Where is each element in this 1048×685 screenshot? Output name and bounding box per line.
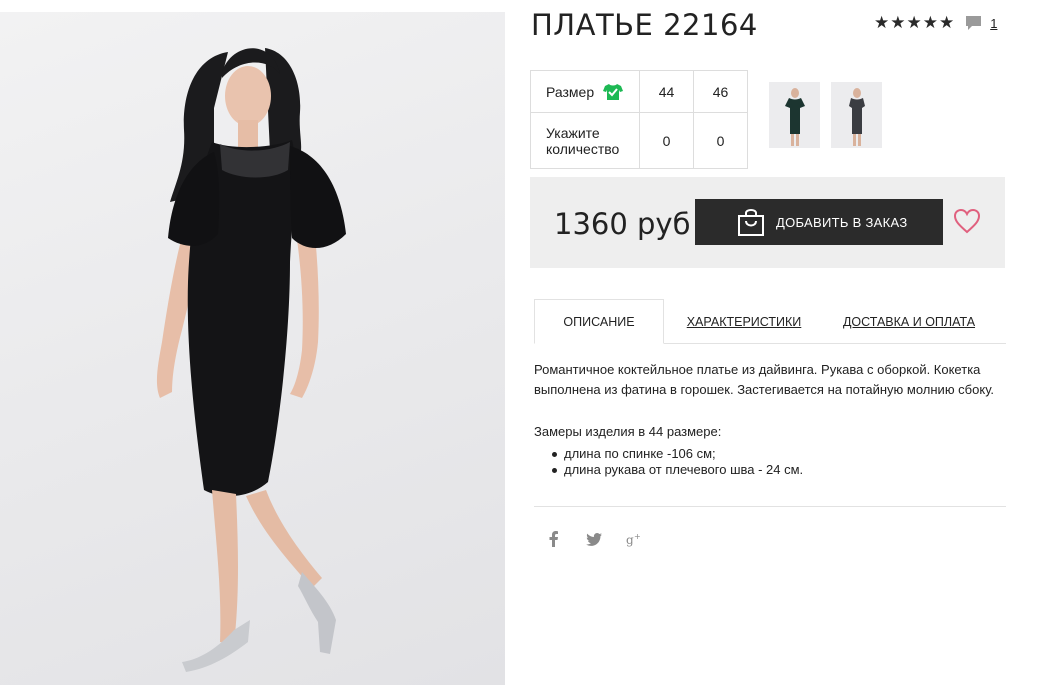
quantity-label-line: количество bbox=[546, 140, 620, 157]
size-quantity-table: Размер 44 46 Укажите количество 0 0 bbox=[530, 70, 748, 169]
google-plus-icon[interactable]: g + bbox=[626, 530, 642, 548]
svg-text:g: g bbox=[626, 533, 634, 547]
product-description: Романтичное коктейльное платье из дайвин… bbox=[534, 362, 995, 397]
thumbnail-strip bbox=[769, 82, 882, 148]
product-info-tabs: ОПИСАНИЕ ХАРАКТЕРИСТИКИ ДОСТАВКА И ОПЛАТ… bbox=[534, 299, 1006, 344]
social-share: g + bbox=[546, 530, 642, 548]
heart-icon[interactable] bbox=[953, 207, 981, 235]
product-main-photo[interactable] bbox=[0, 12, 505, 685]
purchase-panel: 1360 руб ДОБАВИТЬ В ЗАКАЗ bbox=[530, 177, 1005, 268]
quantity-row: Укажите количество 0 0 bbox=[530, 112, 748, 169]
tab-characteristics[interactable]: ХАРАКТЕРИСТИКИ bbox=[684, 299, 804, 344]
tab-delivery-payment[interactable]: ДОСТАВКА И ОПЛАТА bbox=[842, 299, 976, 344]
product-title: ПЛАТЬЕ 22164 bbox=[531, 8, 758, 42]
shirt-check-icon[interactable] bbox=[603, 83, 624, 101]
add-to-order-button[interactable]: ДОБАВИТЬ В ЗАКАЗ bbox=[695, 199, 943, 245]
quantity-input[interactable]: 0 bbox=[639, 112, 694, 169]
twitter-icon[interactable] bbox=[586, 530, 602, 548]
svg-text:+: + bbox=[634, 532, 641, 541]
divider bbox=[534, 506, 1006, 507]
size-row: Размер 44 46 bbox=[530, 70, 748, 113]
product-price: 1360 руб bbox=[554, 207, 691, 241]
size-label: Размер bbox=[546, 83, 595, 100]
rating-stars[interactable]: ★★★★★ bbox=[874, 13, 955, 33]
facebook-icon[interactable] bbox=[546, 530, 562, 548]
product-thumbnail[interactable] bbox=[769, 82, 820, 148]
measurement-item: длина по спинке -106 см; bbox=[552, 446, 803, 462]
rating-block: ★★★★★ 1 bbox=[874, 13, 997, 33]
quantity-input[interactable]: 0 bbox=[693, 112, 748, 169]
measurement-item: длина рукава от плечевого шва - 24 см. bbox=[552, 462, 803, 478]
shopping-bag-icon bbox=[737, 207, 765, 237]
add-to-order-label: ДОБАВИТЬ В ЗАКАЗ bbox=[776, 214, 908, 230]
size-option[interactable]: 46 bbox=[693, 70, 748, 113]
measurements-list: длина по спинке -106 см; длина рукава от… bbox=[552, 446, 803, 478]
size-label-cell: Размер bbox=[530, 70, 640, 113]
tab-description[interactable]: ОПИСАНИЕ bbox=[534, 299, 664, 344]
size-option[interactable]: 44 bbox=[639, 70, 694, 113]
product-thumbnail[interactable] bbox=[831, 82, 882, 148]
comment-icon[interactable] bbox=[965, 15, 982, 31]
quantity-label-line: Укажите bbox=[546, 124, 600, 141]
model-in-dress-image bbox=[156, 48, 346, 672]
comments-count-link[interactable]: 1 bbox=[990, 16, 997, 31]
measurements-title: Замеры изделия в 44 размере: bbox=[534, 424, 722, 439]
quantity-label-cell: Укажите количество bbox=[530, 112, 640, 169]
